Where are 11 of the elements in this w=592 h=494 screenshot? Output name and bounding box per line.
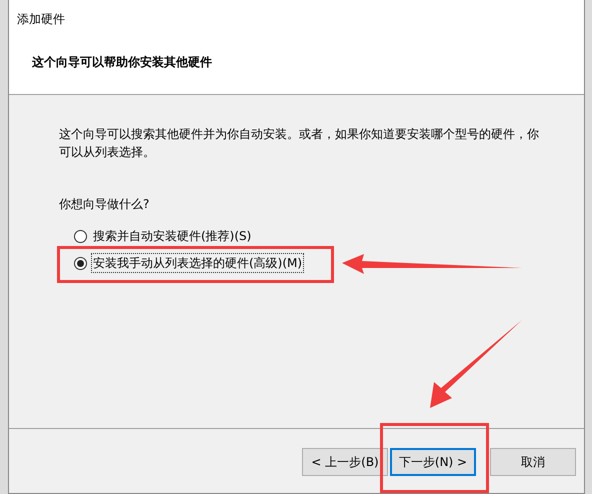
wizard-button[interactable]: < 上一步(B) [302,448,388,476]
wizard-button[interactable]: 取消 [490,448,576,476]
wizard-button[interactable]: 下一步(N) > [390,448,476,476]
radio-label[interactable]: 安装我手动从列表选择的硬件(高级)(M) [91,253,304,273]
radio-label[interactable]: 搜索并自动安装硬件(推荐)(S) [91,227,254,245]
wizard-subtitle: 这个向导可以帮助你安装其他硬件 [32,54,212,71]
question-label: 你想向导做什么? [59,196,150,213]
window-title: 添加硬件 [17,11,65,28]
radio-button[interactable] [74,230,87,242]
intro-text: 这个向导可以搜索其他硬件并为你自动安装。或者，如果你知道要安装哪个型号的硬件，你可以从列表选择。 [59,126,539,161]
radio-button[interactable] [74,256,87,270]
